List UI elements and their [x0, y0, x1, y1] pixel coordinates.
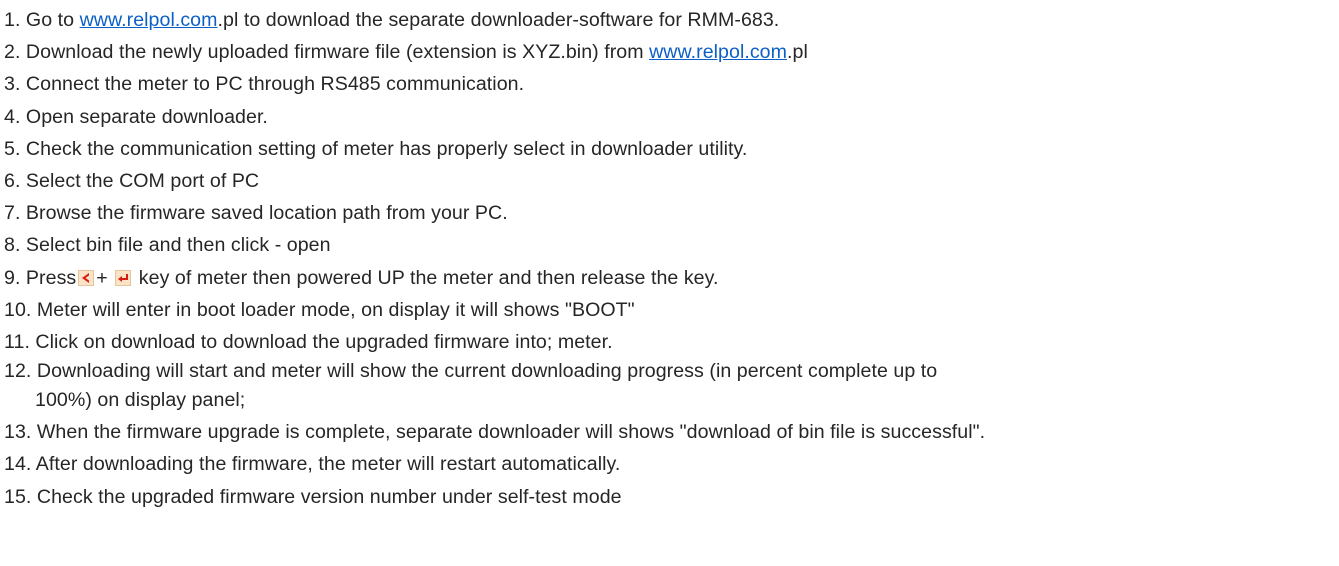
relpol-link[interactable]: www.relpol.com [649, 41, 787, 63]
step-1: 1. Go to www.relpol.com.pl to download t… [4, 4, 1339, 36]
step-7: 7. Browse the firmware saved location pa… [4, 202, 508, 225]
step-6: 6. Select the COM port of PC [4, 169, 260, 192]
left-arrow-key-icon [78, 269, 95, 286]
step-9-text-a: 9. Press [4, 266, 77, 289]
step-1-text-a: 1. Go to [4, 9, 80, 31]
step-14: 14. After downloading the firmware, the … [4, 453, 621, 476]
step-2-text-b: .pl [787, 41, 808, 64]
step-8: 8. Select bin file and then click - open [4, 234, 331, 257]
step-12-line-2: 100%) on display panel; [35, 389, 246, 412]
step-1-text-b: .pl to download the separate downloader-… [217, 9, 780, 31]
step-9-plus: + [96, 266, 114, 289]
step-3: 3. Connect the meter to PC through RS485… [4, 73, 525, 96]
step-5: 5. Check the communication setting of me… [4, 137, 748, 160]
step-11: 11. Click on download to download the up… [4, 330, 613, 353]
step-2: 2. Download the newly uploaded firmware … [4, 36, 1339, 68]
instruction-document: 1. Go to www.relpol.com.pl to download t… [0, 0, 1339, 566]
step-15: 15. Check the upgraded firmware version … [4, 485, 622, 508]
step-12-line-1: 12. Downloading will start and meter wil… [4, 360, 938, 383]
step-4: 4. Open separate downloader. [4, 105, 268, 128]
step-2-text-a: 2. Download the newly uploaded firmware … [4, 41, 650, 64]
step-10: 10. Meter will enter in boot loader mode… [4, 298, 635, 321]
step-13: 13. When the firmware upgrade is complet… [4, 421, 986, 444]
relpol-link[interactable]: www.relpol.com [80, 9, 218, 31]
enter-key-icon [115, 269, 132, 286]
step-9: 9. Press + key of meter then powered UP t… [4, 262, 1339, 294]
step-9-text-b: key of meter then powered UP the meter a… [133, 266, 719, 289]
